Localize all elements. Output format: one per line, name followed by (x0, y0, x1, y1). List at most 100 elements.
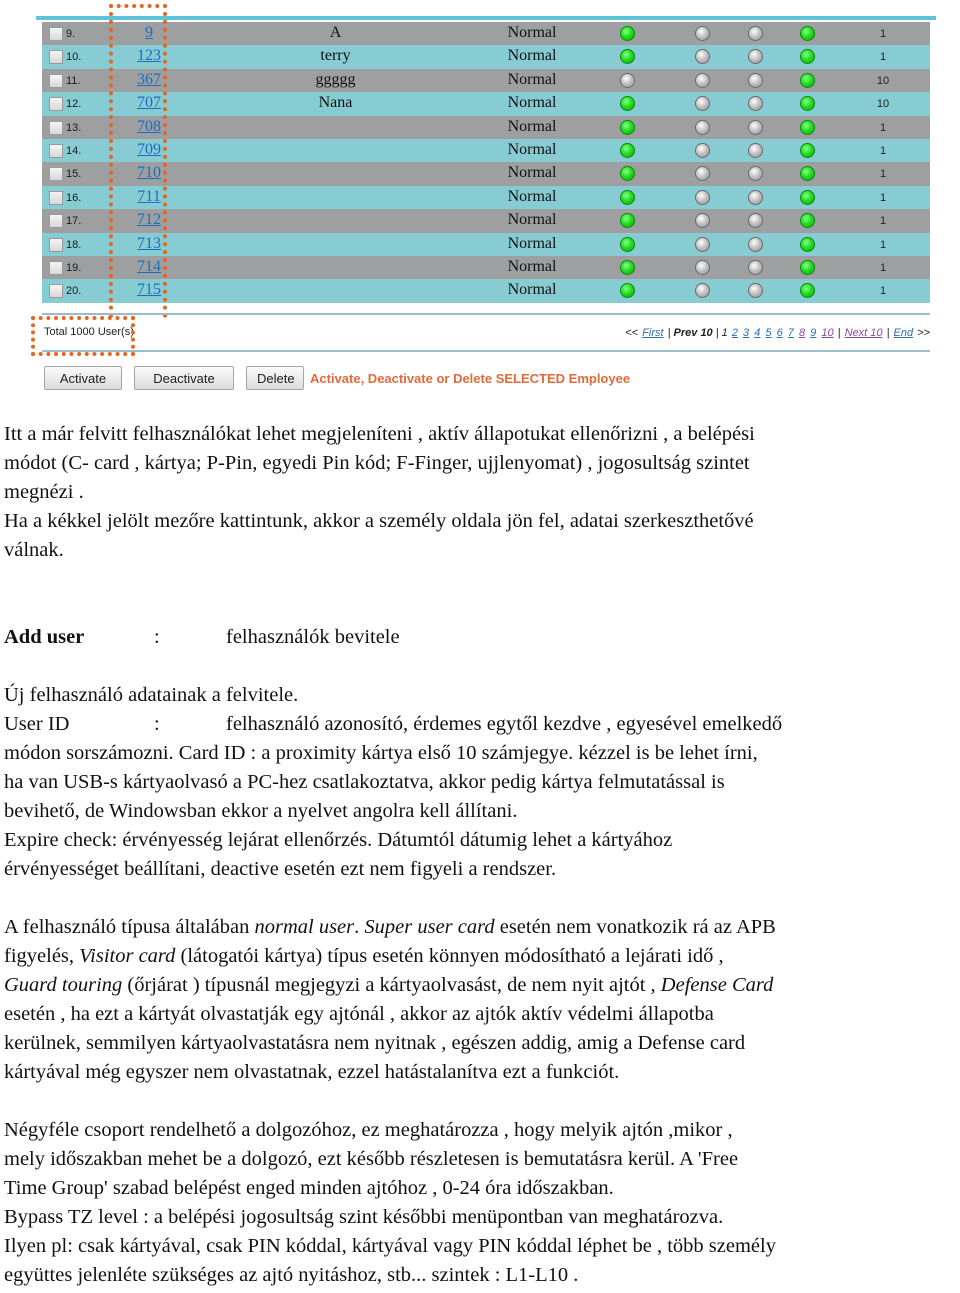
user-id-link[interactable]: 713 (128, 235, 170, 253)
user-id-link[interactable]: 9 (128, 24, 170, 42)
user-table: 9. 9 A Normal 1 10. 123 terry Normal 1 11. 367 ggggg… (42, 22, 930, 303)
type-line: kerülnek, semmilyen kártyaolvastatásra n… (4, 1032, 746, 1054)
user-type: Normal (507, 140, 557, 158)
pager-separator: | (715, 327, 719, 339)
status-led-off-icon (620, 72, 635, 88)
user-id-link[interactable]: 367 (128, 71, 170, 89)
pager-page-link[interactable]: 6 (777, 327, 783, 339)
status-led-off-icon (748, 166, 763, 182)
user-id-link[interactable]: 707 (128, 94, 170, 112)
user-id-link[interactable]: 711 (128, 188, 170, 206)
user-type: Normal (507, 234, 557, 252)
row-index: 10. (66, 51, 82, 64)
row-checkbox[interactable] (49, 27, 63, 41)
user-name: terry (320, 47, 351, 65)
card-line: ha van USB-s kártyaolvasó a PC-hez csatl… (4, 771, 725, 793)
text: (látogatói kártya) típus esetén könnyen … (175, 945, 724, 967)
user-id-desc: felhasználó azonosító, érdemes egytől ke… (226, 713, 783, 735)
status-led-off-icon (748, 142, 763, 158)
status-led-off-icon (748, 72, 763, 88)
user-id-link[interactable]: 714 (128, 258, 170, 276)
table-row: 17. 712 Normal 1 (42, 209, 930, 233)
status-led-on-icon (800, 142, 815, 158)
status-led-off-icon (695, 236, 710, 252)
row-checkbox[interactable] (49, 97, 63, 112)
pager-first-link[interactable]: First (642, 327, 663, 339)
text: (őrjárat ) típusnál megjegyzi a kártyaol… (122, 974, 661, 996)
user-name: A (329, 24, 342, 41)
row-checkbox[interactable] (49, 143, 63, 158)
table-row: 13. 708 Normal 1 (42, 115, 930, 139)
pager-separator: | (886, 327, 890, 339)
pager-page-link[interactable]: 10 (821, 327, 833, 339)
row-index: 9. (66, 28, 76, 40)
status-led-on-icon (800, 119, 815, 135)
user-type: Normal (507, 94, 557, 112)
row-checkbox[interactable] (49, 120, 63, 135)
status-led-off-icon (695, 96, 710, 112)
add-user-definition: Add user : felhasználók bevitele (4, 623, 960, 652)
pager-next-link[interactable]: Next 10 (845, 327, 883, 339)
table-row: 10. 123 terry Normal 1 (42, 45, 930, 69)
user-id-link[interactable]: 123 (128, 47, 170, 65)
group-line: Time Group' szabad belépést enged minden… (4, 1177, 614, 1199)
pager-page-link[interactable]: 7 (788, 327, 794, 339)
defense-term: Defense Card (660, 974, 774, 996)
pager-current-page: 1 (721, 327, 728, 339)
bypass-line: Ilyen pl: csak kártyával, csak PIN kódda… (4, 1235, 776, 1257)
row-checkbox[interactable] (49, 73, 63, 88)
user-list-screenshot: 9. 9 A Normal 1 10. 123 terry Normal 1 11. 367 ggggg… (0, 0, 960, 400)
access-level: 1 (879, 191, 887, 204)
table-row: 19. 714 Normal 1 (42, 255, 930, 280)
status-led-on-icon (800, 189, 815, 205)
user-id-link[interactable]: 709 (128, 141, 170, 159)
pager-page-link[interactable]: 5 (765, 327, 771, 339)
user-id-link[interactable]: 712 (128, 211, 170, 229)
table-row: 11. 367 ggggg Normal 10 (42, 68, 930, 93)
user-id-link[interactable]: 708 (128, 118, 170, 136)
user-name: Nana (318, 94, 353, 112)
status-led-off-icon (695, 259, 710, 275)
pager-page-link[interactable]: 3 (743, 327, 749, 339)
row-checkbox[interactable] (49, 50, 63, 65)
row-index: 18. (66, 238, 82, 251)
activate-button[interactable]: Activate (44, 366, 122, 390)
pager-end-link[interactable]: End (894, 327, 914, 339)
colon: : (154, 713, 160, 735)
user-type: Normal (507, 24, 557, 41)
user-id-link[interactable]: 715 (128, 281, 170, 299)
user-id-link[interactable]: 710 (128, 164, 170, 182)
expire-line: Expire check: érvényesség lejárat ellenő… (4, 829, 673, 851)
pager-page-link[interactable]: 2 (732, 327, 738, 339)
type-line: Guard touring (őrjárat ) típusnál megjeg… (4, 971, 960, 1000)
status-led-on-icon (620, 166, 635, 182)
row-checkbox[interactable] (49, 260, 63, 275)
status-led-off-icon (748, 119, 763, 135)
pager-page-link[interactable]: 4 (754, 327, 760, 339)
pager-prev: Prev 10 (673, 327, 713, 339)
pager-page-link[interactable]: 9 (810, 327, 816, 339)
row-checkbox[interactable] (49, 214, 63, 229)
status-led-off-icon (695, 142, 710, 158)
status-led-off-icon (695, 189, 710, 205)
row-checkbox[interactable] (49, 190, 63, 205)
type-line: esetén , ha ezt a kártyát olvastatják eg… (4, 1003, 714, 1025)
row-index: 16. (66, 191, 82, 204)
total-users-label: Total 1000 User(s) (44, 326, 134, 338)
pager-page-link[interactable]: 8 (799, 327, 805, 339)
text: figyelés, (4, 945, 80, 967)
expire-line: érvényességet beállítani, deactive eseté… (4, 858, 557, 880)
super-user-term: Super user card (364, 916, 495, 938)
status-led-off-icon (748, 49, 763, 65)
row-checkbox[interactable] (49, 284, 63, 299)
action-note: Activate, Deactivate or Delete SELECTED … (310, 370, 631, 386)
user-id-definition: User ID : felhasználó azonosító, érdemes… (4, 710, 960, 739)
type-line: kártyával még egyszer nem olvastatnak, e… (4, 1061, 620, 1083)
row-checkbox[interactable] (49, 167, 63, 182)
row-checkbox[interactable] (49, 237, 63, 252)
deactivate-button[interactable]: Deactivate (134, 366, 234, 390)
access-level: 1 (879, 285, 887, 298)
access-level: 10 (876, 98, 890, 111)
row-index: 12. (66, 98, 82, 111)
delete-button[interactable]: Delete (246, 366, 304, 390)
